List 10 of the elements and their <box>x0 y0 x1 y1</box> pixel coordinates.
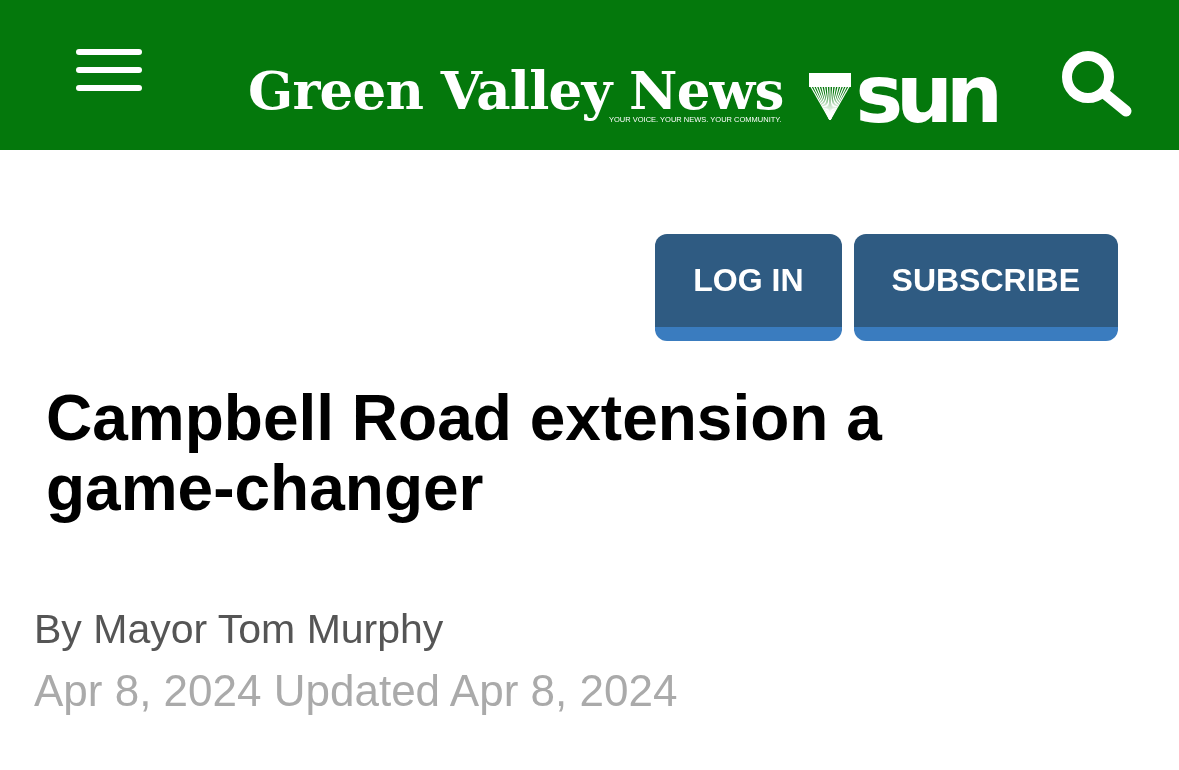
article-headline: Campbell Road extension a game-changer <box>46 383 884 523</box>
article-dateline: Apr 8, 2024 Updated Apr 8, 2024 <box>34 665 679 717</box>
search-button[interactable] <box>1062 51 1134 117</box>
login-button[interactable]: LOG IN <box>655 234 842 341</box>
search-icon <box>1062 51 1134 117</box>
sunburst-icon <box>809 73 852 120</box>
menu-button[interactable] <box>76 49 142 91</box>
menu-icon <box>76 49 142 91</box>
article-byline: By Mayor Tom Murphy <box>34 605 445 654</box>
subscribe-button[interactable]: SUBSCRIBE <box>853 234 1118 341</box>
